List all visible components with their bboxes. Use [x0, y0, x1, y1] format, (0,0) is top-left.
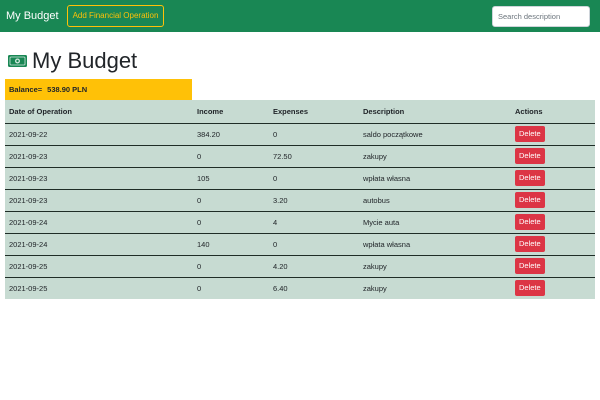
cell-actions: Delete	[511, 145, 595, 168]
money-bill-icon	[8, 55, 27, 67]
cell-actions: Delete	[511, 167, 595, 190]
navbar-brand[interactable]: My Budget	[6, 10, 59, 22]
delete-button[interactable]: Delete	[515, 280, 545, 297]
cell-expenses: 0	[269, 233, 359, 256]
cell-actions: Delete	[511, 255, 595, 278]
cell-date: 2021-09-25	[5, 277, 193, 299]
navbar-left: My Budget Add Financial Operation	[6, 5, 165, 27]
cell-description: wpłata własna	[359, 233, 511, 256]
table-row: 2021-09-25 0 6.40 zakupy Delete	[5, 277, 595, 299]
cell-description: saldo początkowe	[359, 123, 511, 146]
header-date: Date of Operation	[5, 100, 193, 124]
cell-actions: Delete	[511, 189, 595, 212]
table-header-row: Date of Operation Income Expenses Descri…	[5, 100, 595, 124]
table-row: 2021-09-22 384.20 0 saldo początkowe Del…	[5, 123, 595, 146]
cell-actions: Delete	[511, 123, 595, 146]
delete-button[interactable]: Delete	[515, 192, 545, 208]
balance-label: Balance=	[9, 85, 43, 94]
cell-actions: Delete	[511, 277, 595, 299]
cell-actions: Delete	[511, 233, 595, 256]
cell-expenses: 0	[269, 167, 359, 190]
delete-button[interactable]: Delete	[515, 170, 545, 186]
cell-income: 0	[193, 255, 269, 278]
cell-expenses: 3.20	[269, 189, 359, 212]
cell-income: 105	[193, 167, 269, 190]
cell-income: 0	[193, 211, 269, 234]
cell-expenses: 4	[269, 211, 359, 234]
cell-income: 140	[193, 233, 269, 256]
table-row: 2021-09-23 0 72.50 zakupy Delete	[5, 145, 595, 168]
cell-date: 2021-09-24	[5, 211, 193, 234]
balance-value: 538.90 PLN	[47, 85, 88, 94]
cell-description: Mycie auta	[359, 211, 511, 234]
cell-description: zakupy	[359, 145, 511, 168]
page-title: My Budget	[32, 48, 138, 73]
header-actions: Actions	[511, 100, 595, 124]
cell-description: zakupy	[359, 255, 511, 278]
cell-expenses: 4.20	[269, 255, 359, 278]
table-row: 2021-09-24 0 4 Mycie auta Delete	[5, 211, 595, 234]
add-financial-operation-button[interactable]: Add Financial Operation	[66, 5, 165, 27]
cell-income: 0	[193, 145, 269, 168]
cell-description: wpłata własna	[359, 167, 511, 190]
cell-expenses: 6.40	[269, 277, 359, 299]
delete-button[interactable]: Delete	[515, 148, 545, 164]
cell-date: 2021-09-23	[5, 167, 193, 190]
table-row: 2021-09-23 105 0 wpłata własna Delete	[5, 167, 595, 190]
page-header: My Budget	[8, 48, 600, 74]
cell-income: 384.20	[193, 123, 269, 146]
cell-income: 0	[193, 277, 269, 299]
cell-income: 0	[193, 189, 269, 212]
cell-date: 2021-09-23	[5, 189, 193, 212]
cell-date: 2021-09-25	[5, 255, 193, 278]
search-input[interactable]	[492, 5, 590, 27]
navbar: My Budget Add Financial Operation	[0, 0, 600, 32]
cell-description: autobus	[359, 189, 511, 212]
delete-button[interactable]: Delete	[515, 258, 545, 274]
cell-description: zakupy	[359, 277, 511, 299]
delete-button[interactable]: Delete	[515, 214, 545, 230]
cell-date: 2021-09-24	[5, 233, 193, 256]
header-description: Description	[359, 100, 511, 124]
header-expenses: Expenses	[269, 100, 359, 124]
balance-bar: Balance= 538.90 PLN	[5, 79, 192, 100]
header-income: Income	[193, 100, 269, 124]
table-row: 2021-09-24 140 0 wpłata własna Delete	[5, 233, 595, 256]
cell-expenses: 72.50	[269, 145, 359, 168]
delete-button[interactable]: Delete	[515, 126, 545, 142]
cell-date: 2021-09-22	[5, 123, 193, 146]
operations-table: Date of Operation Income Expenses Descri…	[5, 100, 595, 299]
cell-date: 2021-09-23	[5, 145, 193, 168]
table-row: 2021-09-23 0 3.20 autobus Delete	[5, 189, 595, 212]
cell-expenses: 0	[269, 123, 359, 146]
cell-actions: Delete	[511, 211, 595, 234]
table-row: 2021-09-25 0 4.20 zakupy Delete	[5, 255, 595, 278]
delete-button[interactable]: Delete	[515, 236, 545, 252]
